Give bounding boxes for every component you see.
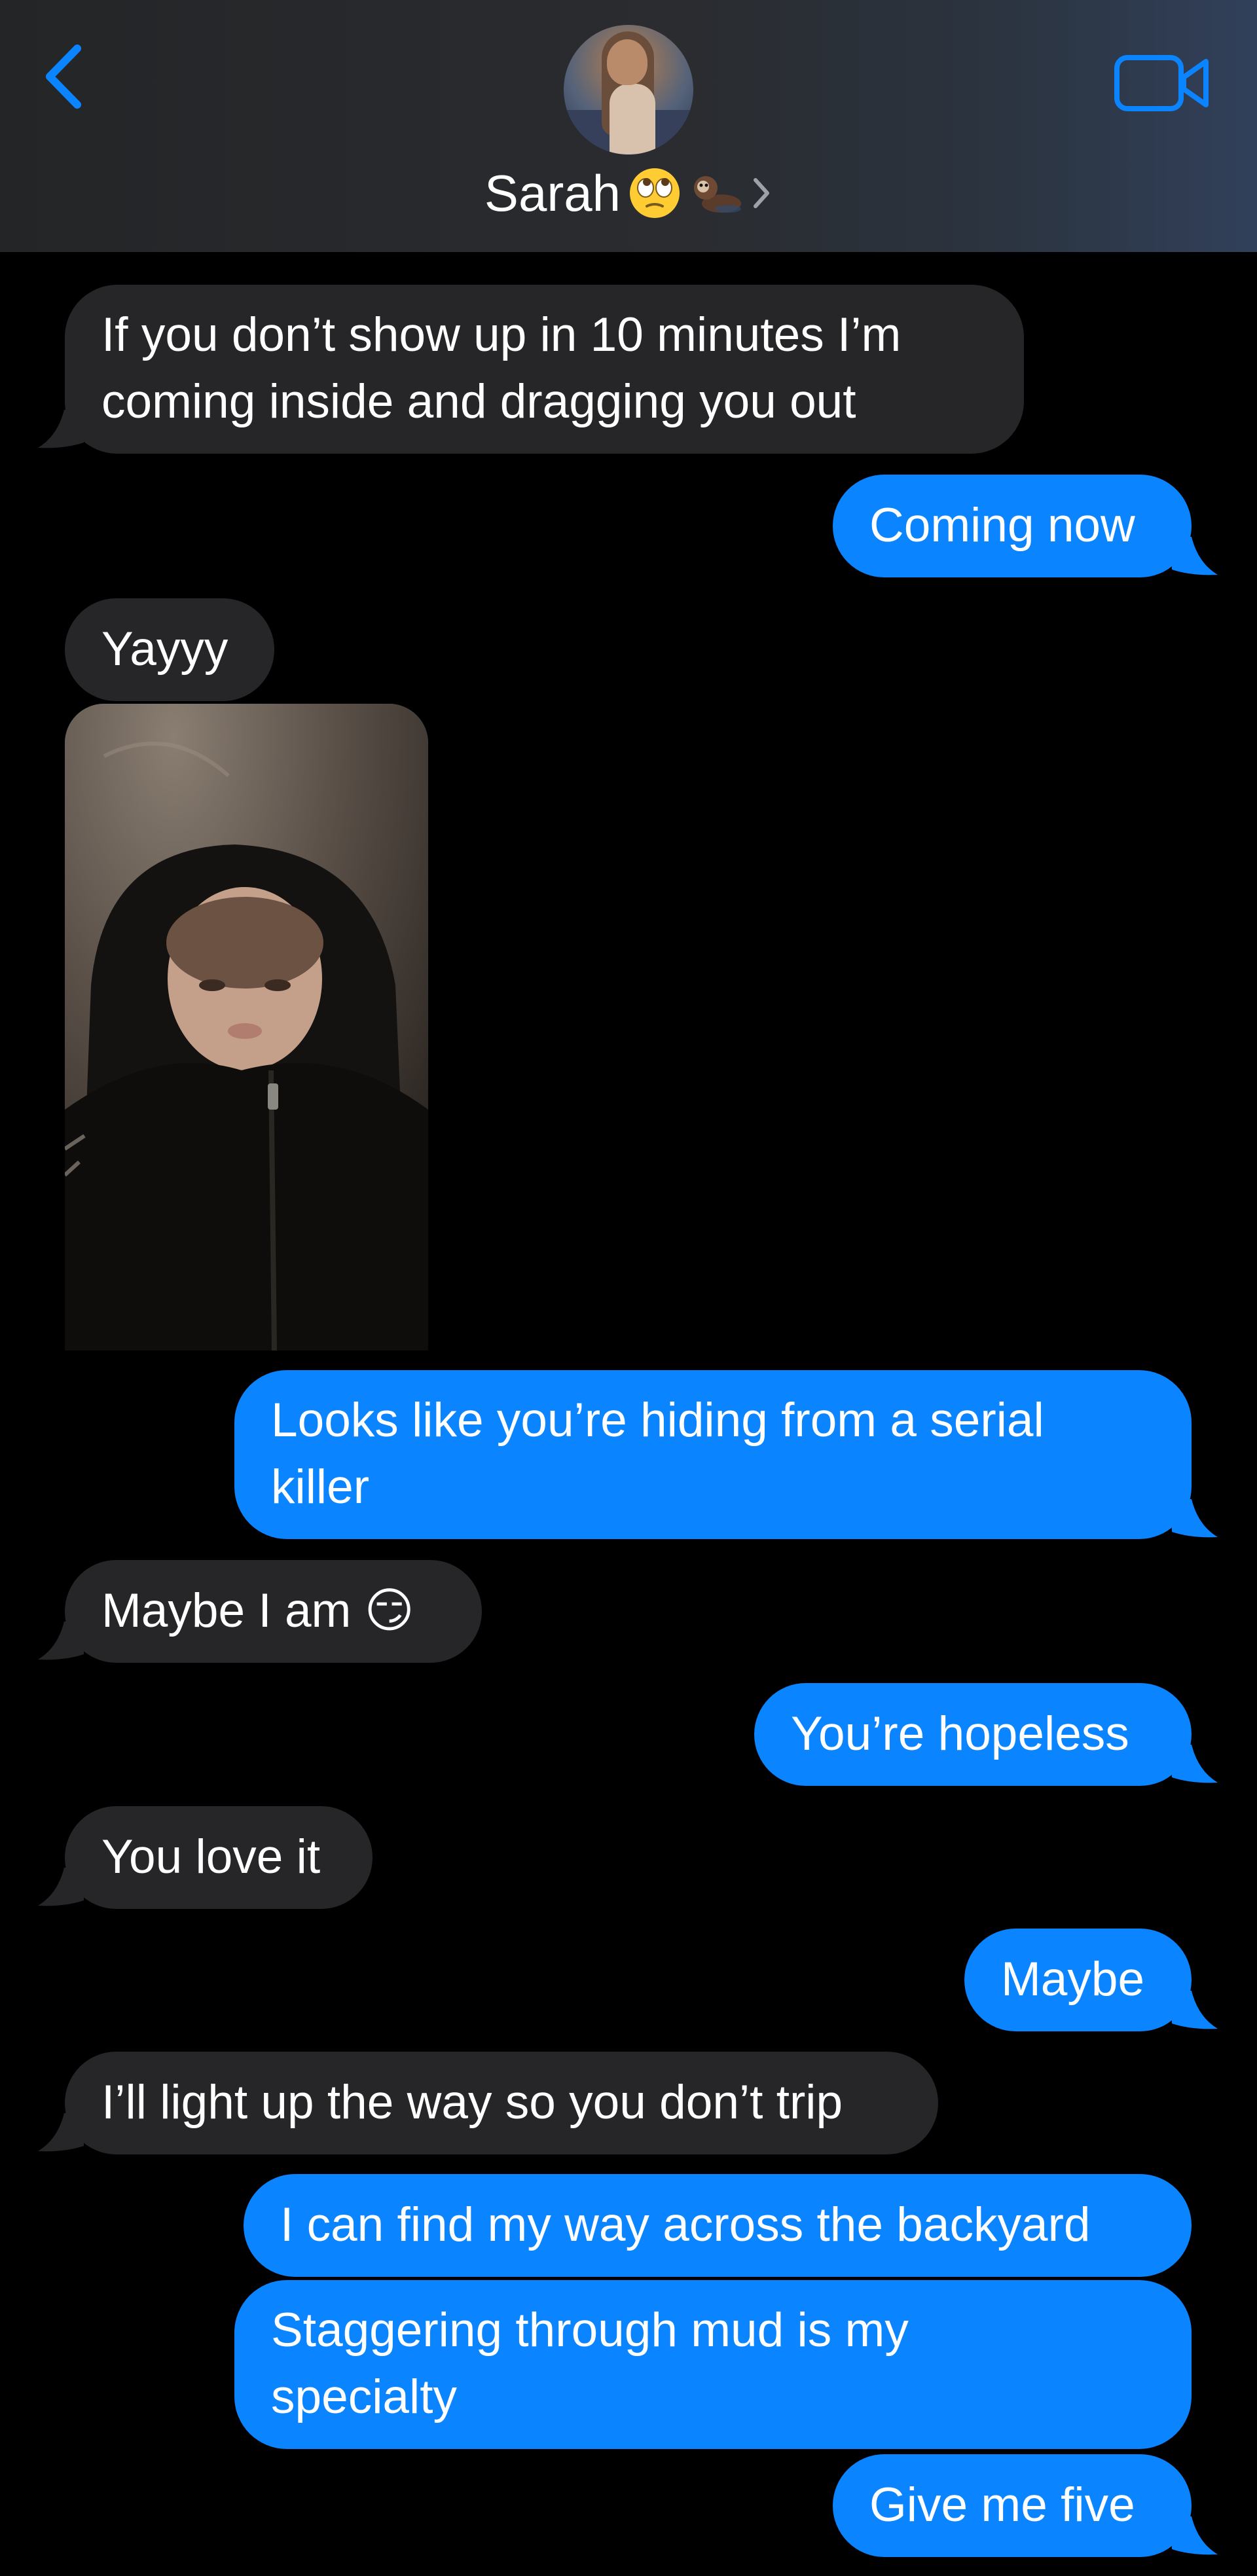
video-call-button[interactable] [1113,51,1211,117]
message-bubble-outgoing[interactable]: Give me five [833,2454,1192,2557]
message-bubble-incoming[interactable]: I’ll light up the way so you don’t trip [65,2052,938,2154]
message-bubble-outgoing[interactable]: You’re hopeless [754,1683,1192,1786]
message-bubble-outgoing[interactable]: Coming now [833,475,1192,577]
message-bubble-outgoing[interactable]: Maybe [964,1929,1192,2031]
photo-attachment[interactable] [65,704,428,1351]
avatar-face [607,39,647,85]
otter-emoji-icon [694,176,742,213]
contact-name-button[interactable]: Sarah [0,157,1257,229]
back-button[interactable] [39,41,92,113]
hooded-selfie-image [65,704,428,1351]
message-bubble-outgoing[interactable]: I can find my way across the backyard [244,2174,1192,2277]
video-camera-icon [1114,55,1209,111]
conversation-header: Sarah [0,0,1257,252]
message-bubble-outgoing[interactable]: Staggering through mud is my specialty [234,2280,1192,2449]
contact-name: Sarah [484,164,621,222]
message-bubble-outgoing[interactable]: Looks like you’re hiding from a serial k… [234,1370,1192,1539]
contact-avatar[interactable] [564,25,693,154]
chevron-right-icon [754,178,770,208]
message-bubble-incoming[interactable]: Maybe I am 😏 [65,1560,482,1663]
message-bubble-incoming[interactable]: If you don’t show up in 10 minutes I’m c… [65,285,1024,454]
eye-roll-emoji-icon [630,168,680,218]
chevron-left-icon [46,45,81,109]
avatar-body [610,84,655,154]
message-bubble-incoming[interactable]: You love it [65,1806,373,1909]
message-bubble-incoming[interactable]: Yayyy [65,598,274,701]
